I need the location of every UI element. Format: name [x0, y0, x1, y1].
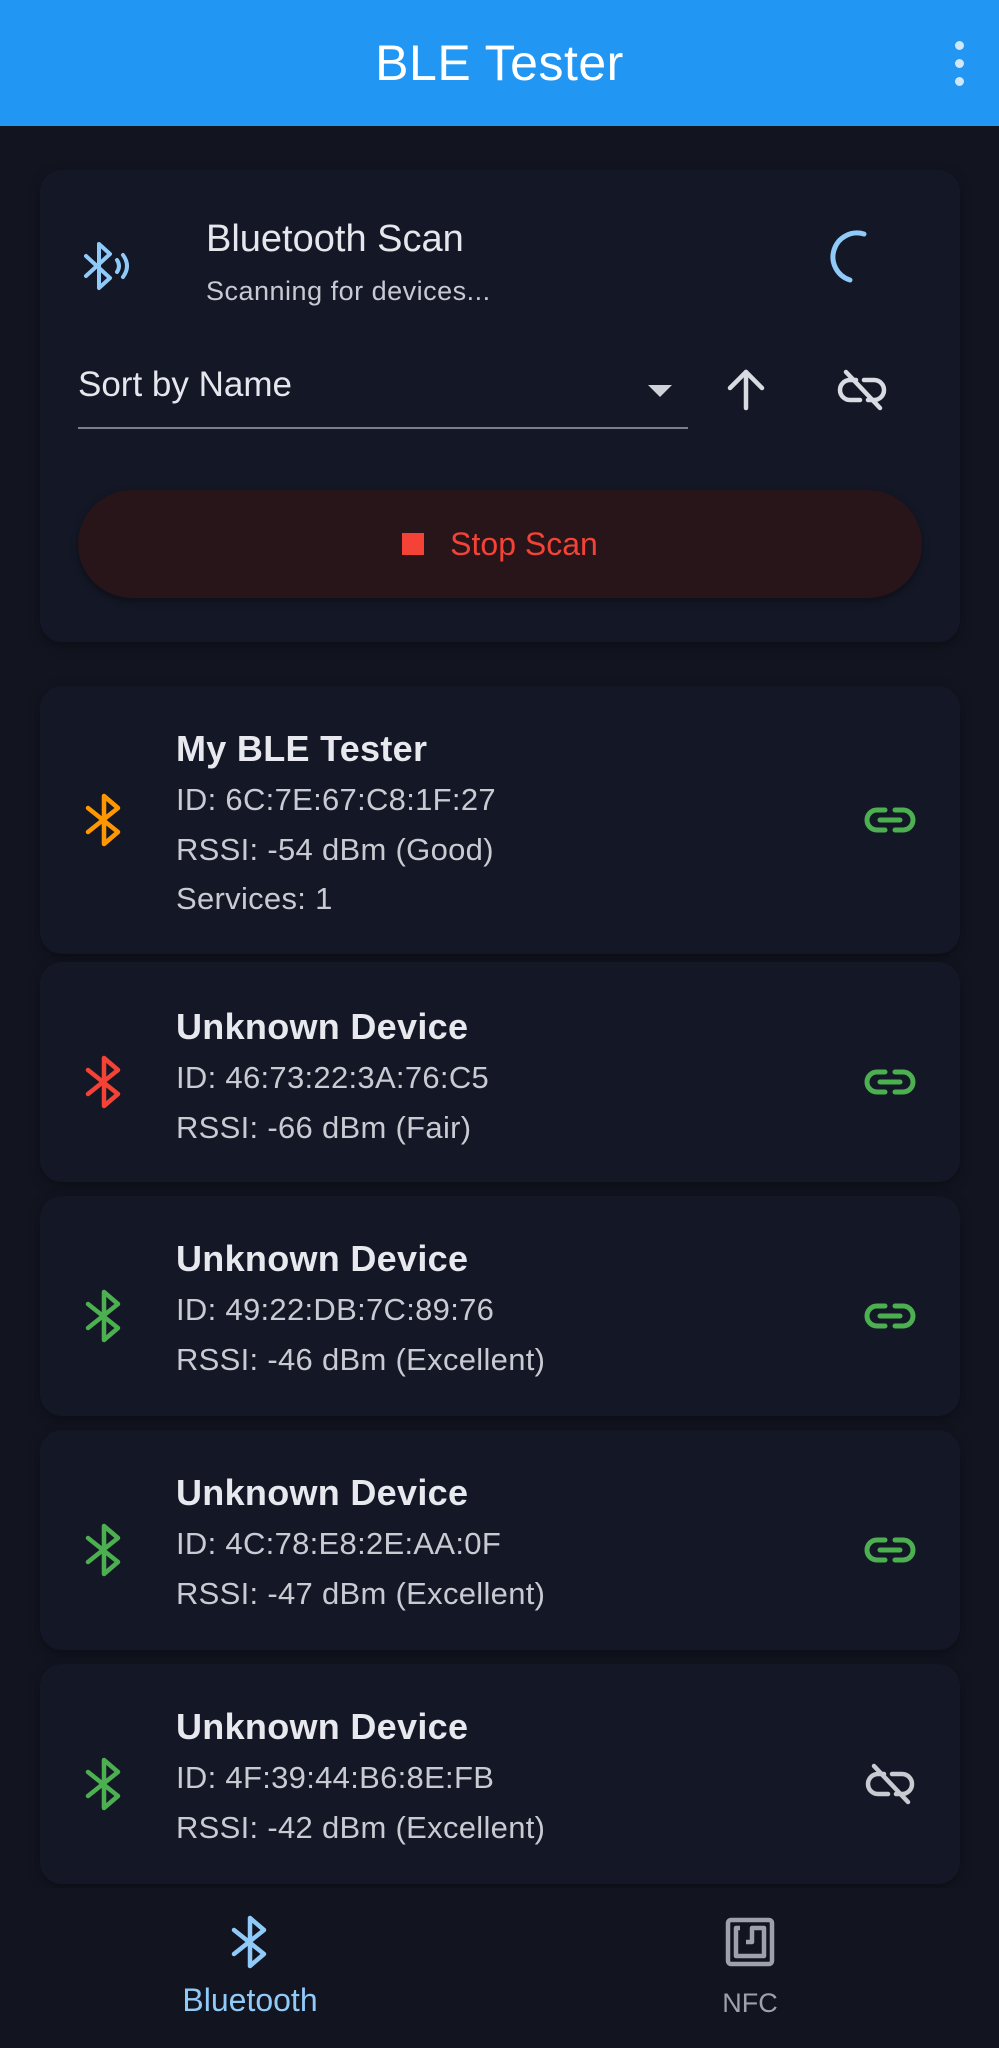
device-rssi: RSSI: -47 dBm (Excellent)	[176, 1576, 546, 1611]
link-icon[interactable]	[860, 1286, 920, 1346]
link-icon[interactable]	[860, 790, 920, 850]
scan-header: Bluetooth Scan Scanning for devices...	[80, 210, 920, 306]
nav-label-bluetooth: Bluetooth	[182, 1982, 318, 2018]
scan-status: Scanning for devices...	[206, 276, 491, 306]
device-id: ID: 4C:78:E8:2E:AA:0F	[176, 1526, 502, 1561]
nav-item-nfc[interactable]: NFC	[600, 1888, 900, 2048]
bluetooth-icon	[85, 1757, 121, 1811]
nfc-icon	[725, 1917, 775, 1967]
bluetooth-icon	[231, 1915, 267, 1969]
link-off-icon[interactable]	[834, 362, 890, 418]
nav-label-nfc: NFC	[722, 1988, 778, 2018]
device-name: Unknown Device	[176, 1006, 469, 1047]
sort-selected-value: Sort by Name	[78, 365, 292, 404]
device-id: ID: 6C:7E:67:C8:1F:27	[176, 782, 496, 817]
device-id: ID: 4F:39:44:B6:8E:FB	[176, 1760, 495, 1795]
device-name: Unknown Device	[176, 1706, 469, 1747]
sort-dropdown[interactable]: Sort by Name	[78, 355, 688, 429]
scan-title: Bluetooth Scan	[206, 218, 464, 260]
more-vert-icon[interactable]	[941, 35, 977, 91]
device-name: My BLE Tester	[176, 728, 428, 769]
stop-scan-label: Stop Scan	[450, 525, 598, 562]
device-card[interactable]: Unknown Device ID: 4F:39:44:B6:8E:FB RSS…	[40, 1664, 960, 1884]
device-services: Services: 1	[176, 881, 333, 916]
stop-icon	[402, 533, 425, 555]
app-bar: BLE Tester	[0, 0, 999, 126]
device-card[interactable]: Unknown Device ID: 46:73:22:3A:76:C5 RSS…	[40, 962, 960, 1182]
dropdown-arrow-icon	[648, 385, 672, 397]
device-rssi: RSSI: -66 dBm (Fair)	[176, 1110, 472, 1145]
bluetooth-icon	[85, 1289, 121, 1343]
device-card[interactable]: Unknown Device ID: 49:22:DB:7C:89:76 RSS…	[40, 1196, 960, 1416]
stop-scan-button[interactable]: Stop Scan	[78, 490, 922, 598]
device-rssi: RSSI: -54 dBm (Good)	[176, 832, 494, 867]
bluetooth-icon	[85, 1523, 121, 1577]
device-rssi: RSSI: -42 dBm (Excellent)	[176, 1810, 546, 1845]
device-name: Unknown Device	[176, 1238, 469, 1279]
nav-item-bluetooth[interactable]: Bluetooth	[100, 1888, 400, 2048]
bluetooth-icon	[85, 793, 121, 847]
device-rssi: RSSI: -46 dBm (Excellent)	[176, 1342, 546, 1377]
bluetooth-icon	[85, 1055, 121, 1109]
arrow-up-icon[interactable]	[718, 362, 774, 418]
device-name: Unknown Device	[176, 1472, 469, 1513]
link-off-icon[interactable]	[860, 1754, 920, 1814]
bluetooth-searching-icon	[84, 242, 129, 290]
app-title: BLE Tester	[375, 35, 624, 91]
link-icon[interactable]	[860, 1052, 920, 1112]
bottom-navigation: Bluetooth NFC	[0, 1888, 999, 2048]
device-card[interactable]: My BLE Tester ID: 6C:7E:67:C8:1F:27 RSSI…	[40, 686, 960, 954]
device-id: ID: 49:22:DB:7C:89:76	[176, 1292, 495, 1327]
device-id: ID: 46:73:22:3A:76:C5	[176, 1060, 490, 1095]
progress-spinner-icon	[830, 230, 867, 283]
device-card[interactable]: Unknown Device ID: 4C:78:E8:2E:AA:0F RSS…	[40, 1430, 960, 1650]
link-icon[interactable]	[860, 1520, 920, 1580]
